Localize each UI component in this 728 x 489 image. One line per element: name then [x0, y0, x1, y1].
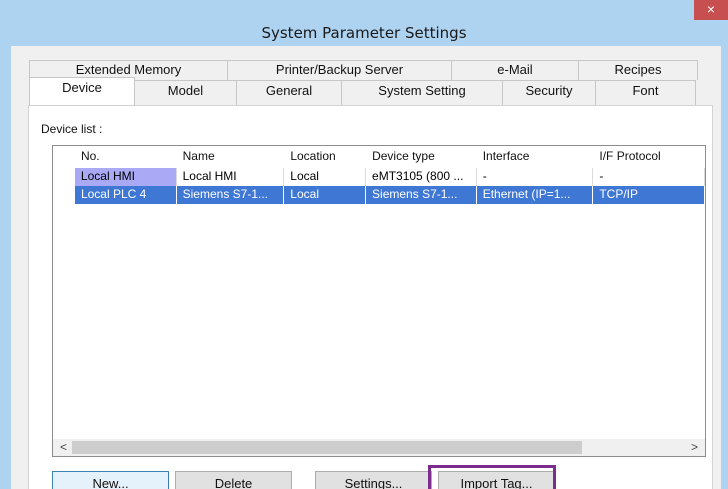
tab-model[interactable]: Model: [134, 80, 237, 105]
tab-font[interactable]: Font: [595, 80, 696, 105]
cell-name: Local HMI: [177, 168, 285, 186]
column-header-location[interactable]: Location: [284, 146, 366, 167]
scroll-right-icon[interactable]: >: [686, 439, 703, 456]
scrollbar-thumb[interactable]: [72, 441, 582, 454]
header-gutter: [53, 146, 75, 167]
selected-row-arrow-icon: ▶: [53, 186, 75, 204]
device-list-header: No. Name Location Device type Interface …: [53, 146, 705, 167]
settings-button[interactable]: Settings...: [315, 471, 432, 489]
column-header-no[interactable]: No.: [75, 146, 177, 167]
cell-device-type: eMT3105 (800 ...: [366, 168, 477, 186]
tab-email[interactable]: e-Mail: [451, 60, 579, 80]
tab-device[interactable]: Device: [29, 77, 135, 105]
new-button[interactable]: New...: [52, 471, 169, 489]
cell-protocol: TCP/IP: [593, 186, 705, 204]
device-row-local-hmi[interactable]: Local HMI Local HMI Local eMT3105 (800 .…: [53, 168, 705, 186]
cell-protocol: -: [593, 168, 705, 186]
delete-button[interactable]: Delete: [175, 471, 292, 489]
device-row-local-plc-4[interactable]: ▶ Local PLC 4 Siemens S7-1... Local Siem…: [53, 186, 705, 204]
tab-printer-backup-server[interactable]: Printer/Backup Server: [227, 60, 452, 80]
dialog-window: System Parameter Settings × Extended Mem…: [0, 0, 728, 489]
scroll-left-icon[interactable]: <: [55, 439, 72, 456]
cell-interface: Ethernet (IP=1...: [476, 186, 594, 204]
tab-system-setting[interactable]: System Setting: [341, 80, 503, 105]
column-header-if-protocol[interactable]: I/F Protocol: [593, 146, 705, 167]
tab-recipes[interactable]: Recipes: [578, 60, 698, 80]
column-header-interface[interactable]: Interface: [477, 146, 594, 167]
column-header-device-type[interactable]: Device type: [366, 146, 477, 167]
row-marker: [53, 168, 75, 186]
device-list-label: Device list :: [41, 122, 103, 136]
cell-no: Local PLC 4: [74, 186, 177, 204]
title-bar[interactable]: System Parameter Settings ×: [0, 0, 728, 46]
cell-device-type: Siemens S7-1...: [366, 186, 477, 204]
cell-location: Local: [284, 186, 367, 204]
button-bar: New... Delete Settings... Import Tag...: [29, 465, 712, 489]
cell-name: Siemens S7-1...: [176, 186, 285, 204]
tab-row-front: Device Model General System Setting Secu…: [29, 77, 696, 105]
cell-interface: -: [477, 168, 594, 186]
tab-security[interactable]: Security: [502, 80, 596, 105]
column-header-name[interactable]: Name: [177, 146, 285, 167]
cell-location: Local: [284, 168, 367, 186]
horizontal-scrollbar[interactable]: < >: [53, 439, 705, 456]
window-title: System Parameter Settings: [261, 24, 467, 42]
dialog-client-area: Extended Memory Printer/Backup Server e-…: [11, 46, 721, 489]
cell-no: Local HMI: [74, 168, 177, 186]
device-list[interactable]: No. Name Location Device type Interface …: [52, 145, 706, 457]
close-button[interactable]: ×: [694, 0, 728, 20]
highlight-frame: [428, 465, 556, 489]
tab-general[interactable]: General: [236, 80, 342, 105]
close-icon: ×: [706, 1, 716, 17]
device-tab-panel: Device list : No. Name Location Device t…: [28, 105, 713, 489]
